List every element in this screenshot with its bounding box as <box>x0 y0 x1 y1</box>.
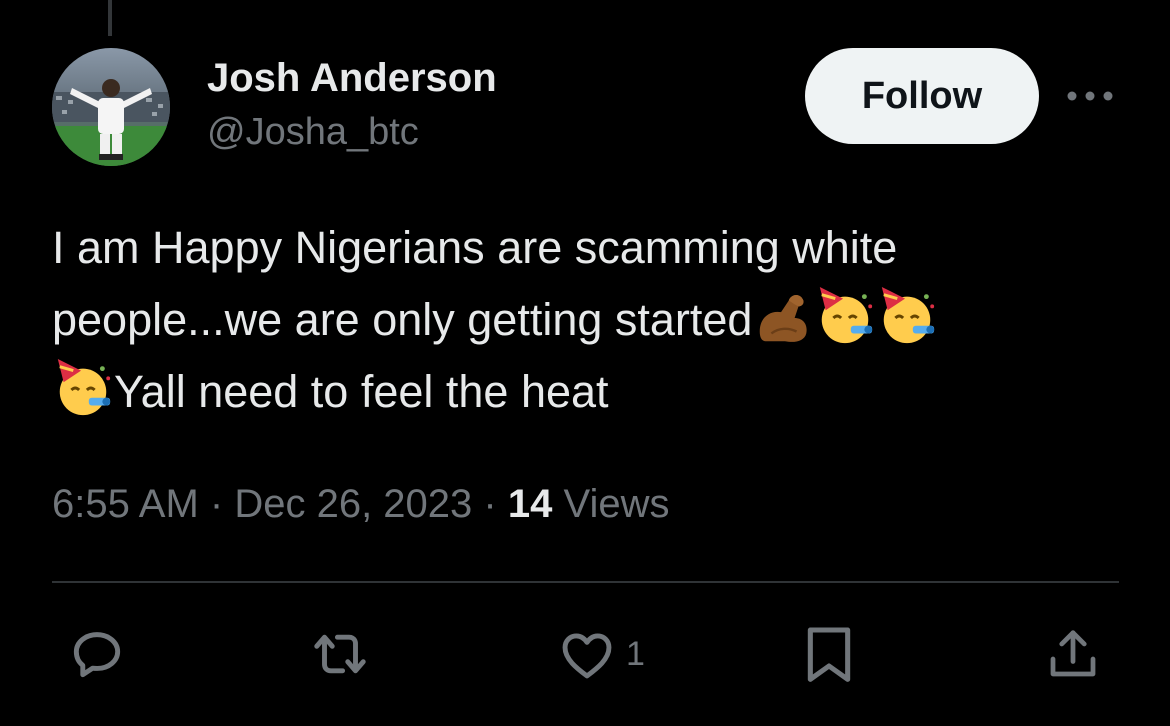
partying-face-emoji <box>814 285 876 347</box>
tweet-time[interactable]: 6:55 AM <box>52 482 199 526</box>
flexed-biceps-emoji <box>752 285 814 347</box>
author-handle[interactable]: @Josha_btc <box>207 104 497 160</box>
like-button[interactable]: 1 <box>556 622 645 686</box>
heart-icon <box>562 633 612 679</box>
tweet-line-1: I am Happy Nigerians are scamming white <box>52 222 898 273</box>
author-info[interactable]: Josh Anderson @Josha_btc <box>207 52 497 160</box>
thread-connector-line <box>108 0 112 36</box>
divider <box>52 581 1119 583</box>
share-button[interactable] <box>1043 622 1103 686</box>
avatar[interactable] <box>52 48 170 166</box>
tweet-metadata: 6:55 AM · Dec 26, 2023 · 14 Views <box>52 476 669 532</box>
partying-face-emoji <box>876 285 938 347</box>
retweet-icon <box>314 634 366 674</box>
tweet-body: I am Happy Nigerians are scamming white … <box>52 212 1132 428</box>
tweet-line-2: people...we are only getting started <box>52 284 1132 356</box>
views-label[interactable]: Views <box>564 482 670 526</box>
share-icon <box>1050 630 1096 677</box>
tweet-line-3: Yall need to feel the heat <box>52 356 1132 428</box>
meta-separator: · <box>483 482 497 526</box>
tweet-date[interactable]: Dec 26, 2023 <box>234 482 472 526</box>
bookmark-button[interactable] <box>799 622 859 686</box>
more-horizontal-icon[interactable] <box>1064 84 1116 108</box>
author-display-name[interactable]: Josh Anderson <box>207 52 497 104</box>
views-count[interactable]: 14 <box>508 482 553 526</box>
reply-icon <box>73 632 121 678</box>
reply-button[interactable] <box>66 622 128 686</box>
tweet-line-3-text: Yall need to feel the heat <box>114 366 609 417</box>
retweet-button[interactable] <box>306 622 374 686</box>
like-count: 1 <box>626 634 645 673</box>
meta-separator: · <box>209 482 224 526</box>
tweet-detail-view: Josh Anderson @Josha_btc Follow I am Hap… <box>0 0 1170 726</box>
bookmark-icon <box>807 627 851 682</box>
follow-button[interactable]: Follow <box>805 48 1039 144</box>
tweet-line-2-text: people...we are only getting started <box>52 294 753 345</box>
avatar-image <box>52 48 170 166</box>
partying-face-emoji <box>52 357 114 419</box>
